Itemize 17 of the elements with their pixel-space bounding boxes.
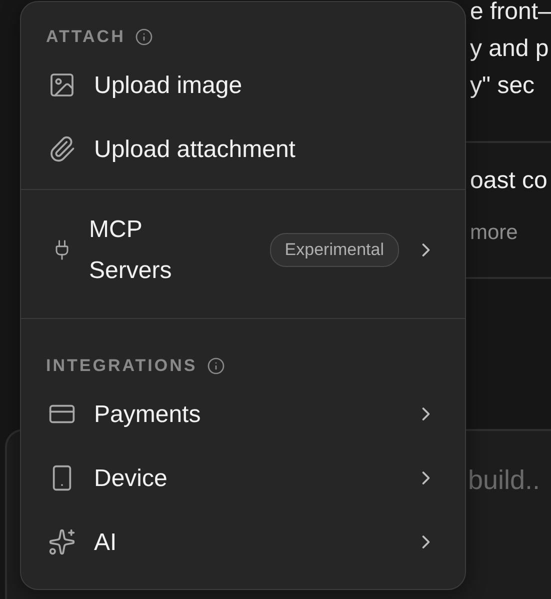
menu-item[interactable]: Upload attachment <box>21 117 465 181</box>
background-text: y" sec <box>470 71 536 101</box>
menu-item[interactable]: Device <box>21 446 465 510</box>
image-icon <box>48 71 76 99</box>
menu-item[interactable]: MCP Servers Experimental <box>21 190 465 310</box>
menu-item[interactable]: AI <box>21 510 465 574</box>
card-title: oast co <box>470 167 548 195</box>
sparkles-icon <box>48 528 76 556</box>
menu-item[interactable]: Upload image <box>21 53 465 117</box>
experimental-badge: Experimental <box>270 233 399 267</box>
section-heading: INTEGRATIONS <box>46 356 198 376</box>
section-heading: ATTACH <box>46 27 126 47</box>
paperclip-icon <box>48 135 76 163</box>
card-meta: more <box>470 221 519 245</box>
background-text: y and p <box>470 34 550 64</box>
background-text: e front– <box>470 0 551 27</box>
menu-item[interactable]: Payments <box>21 382 465 446</box>
